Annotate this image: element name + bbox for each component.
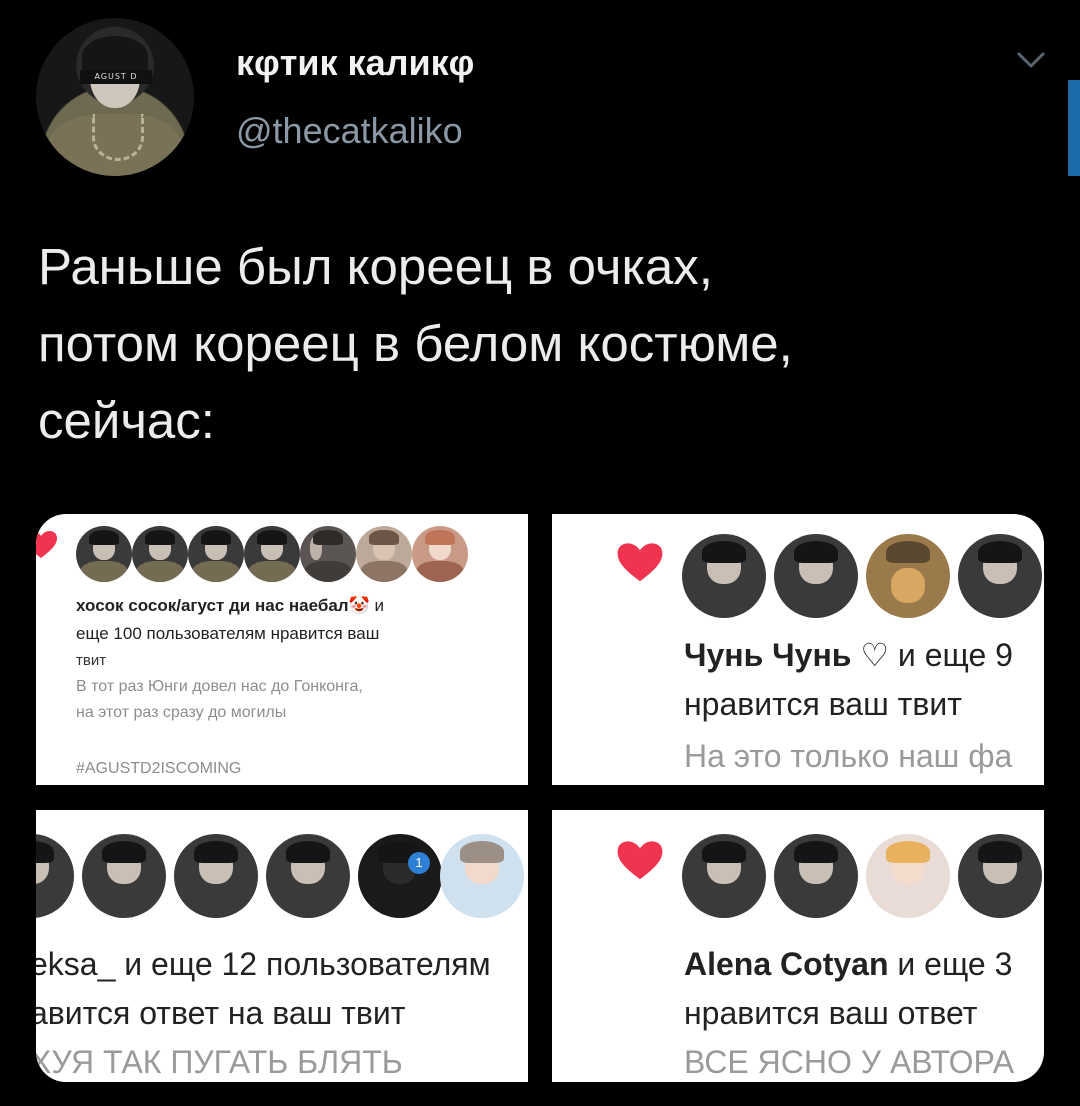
quoted-tweet-text: На это только наш фа (684, 738, 1013, 774)
notification-line: твит (76, 652, 107, 669)
user-handle[interactable]: @thecatkaliko (236, 110, 463, 152)
liker-name: Чунь Чунь ♡ (684, 637, 890, 673)
screenshot-image-1[interactable]: хосок сосок/агуст ди нас наебал🤡 и еще 1… (36, 514, 528, 785)
media-grid[interactable]: хосок сосок/агуст ди нас наебал🤡 и еще 1… (36, 514, 1044, 1082)
liker-avatar (244, 526, 300, 582)
notification-suffix: и еще 3 (888, 946, 1013, 982)
liker-avatar (82, 834, 166, 918)
liker-avatar (440, 834, 524, 918)
liker-avatar (358, 834, 442, 918)
liker-avatar (76, 526, 132, 582)
liker-avatar (412, 526, 468, 582)
notification-line: авится ответ на ваш твит (36, 995, 406, 1031)
notification-count-badge: 1 (408, 852, 430, 874)
screenshot-image-2[interactable]: Чунь Чунь ♡ и еще 9 нравится ваш твит На… (552, 514, 1044, 785)
liker-avatar (774, 534, 858, 618)
tweet-text: Раньше был кореец в очках, потом кореец … (38, 228, 1058, 459)
liker-name: eksa_ (36, 946, 116, 982)
liker-avatar (958, 534, 1042, 618)
notification-suffix: и (369, 596, 384, 615)
liker-avatar (866, 534, 950, 618)
hashtag: #AGUSTD2ISCOMING (76, 760, 242, 777)
liker-avatar (682, 834, 766, 918)
notification-line: нравится ваш ответ (684, 995, 978, 1031)
notification-line: хосок сосок/агуст ди нас наебал🤡 и (76, 596, 384, 616)
liker-avatar (958, 834, 1042, 918)
quoted-tweet-text: ВСЕ ЯСНО У АВТОРА (684, 1044, 1015, 1080)
tweet-line: Раньше был кореец в очках, (38, 238, 713, 295)
liker-name: хосок сосок/агуст ди нас наебал (76, 596, 349, 615)
display-name[interactable]: кφтик каликφ (236, 42, 474, 84)
quoted-tweet-text: В тот раз Юнги довел нас до Гонконга, (76, 678, 363, 695)
screenshot-image-3[interactable]: 1 eksa_ и еще 12 пользователям авится от… (36, 810, 528, 1082)
notification-suffix: и еще 12 пользователям (115, 946, 491, 982)
notification-suffix: и еще 9 (889, 637, 1013, 673)
screenshot-image-4[interactable]: Alena Cotyan и еще 3 нравится ваш ответ … (552, 810, 1044, 1082)
scroll-indicator (1068, 80, 1080, 176)
liker-avatar (356, 526, 412, 582)
liker-avatar (774, 834, 858, 918)
notification-line: Чунь Чунь ♡ и еще 9 (684, 636, 1013, 674)
avatar-chain (92, 114, 144, 161)
quoted-tweet-text: ХУЯ ТАК ПУГАТЬ БЛЯТЬ (36, 1044, 403, 1080)
avatar-blindfold-text: AGUST D (80, 70, 152, 84)
liker-avatar (132, 526, 188, 582)
chevron-down-icon[interactable] (1016, 50, 1046, 70)
notification-line: eksa_ и еще 12 пользователям (36, 946, 491, 983)
tweet-line: потом кореец в белом костюме, (38, 315, 793, 372)
liker-avatar (866, 834, 950, 918)
heart-icon (36, 531, 57, 558)
liker-avatar (188, 526, 244, 582)
quoted-tweet-text: на этот раз сразу до могилы (76, 704, 287, 721)
liker-avatar (174, 834, 258, 918)
liker-avatar (266, 834, 350, 918)
tweet-header: AGUST D кφтик каликφ @thecatkaliko (36, 18, 1046, 178)
liker-avatar (36, 834, 74, 918)
heart-icon (617, 841, 663, 880)
liker-avatar (682, 534, 766, 618)
notification-line: Alena Cotyan и еще 3 (684, 946, 1012, 983)
notification-line: нравится ваш твит (684, 686, 962, 722)
tweet-line: сейчас: (38, 392, 215, 449)
clown-emoji: 🤡 (348, 596, 370, 615)
liker-name: Alena Cotyan (684, 946, 889, 982)
liker-avatar (300, 526, 356, 582)
avatar[interactable]: AGUST D (36, 18, 194, 176)
heart-icon (617, 543, 663, 582)
notification-line: еще 100 пользователям нравится ваш (76, 624, 380, 643)
